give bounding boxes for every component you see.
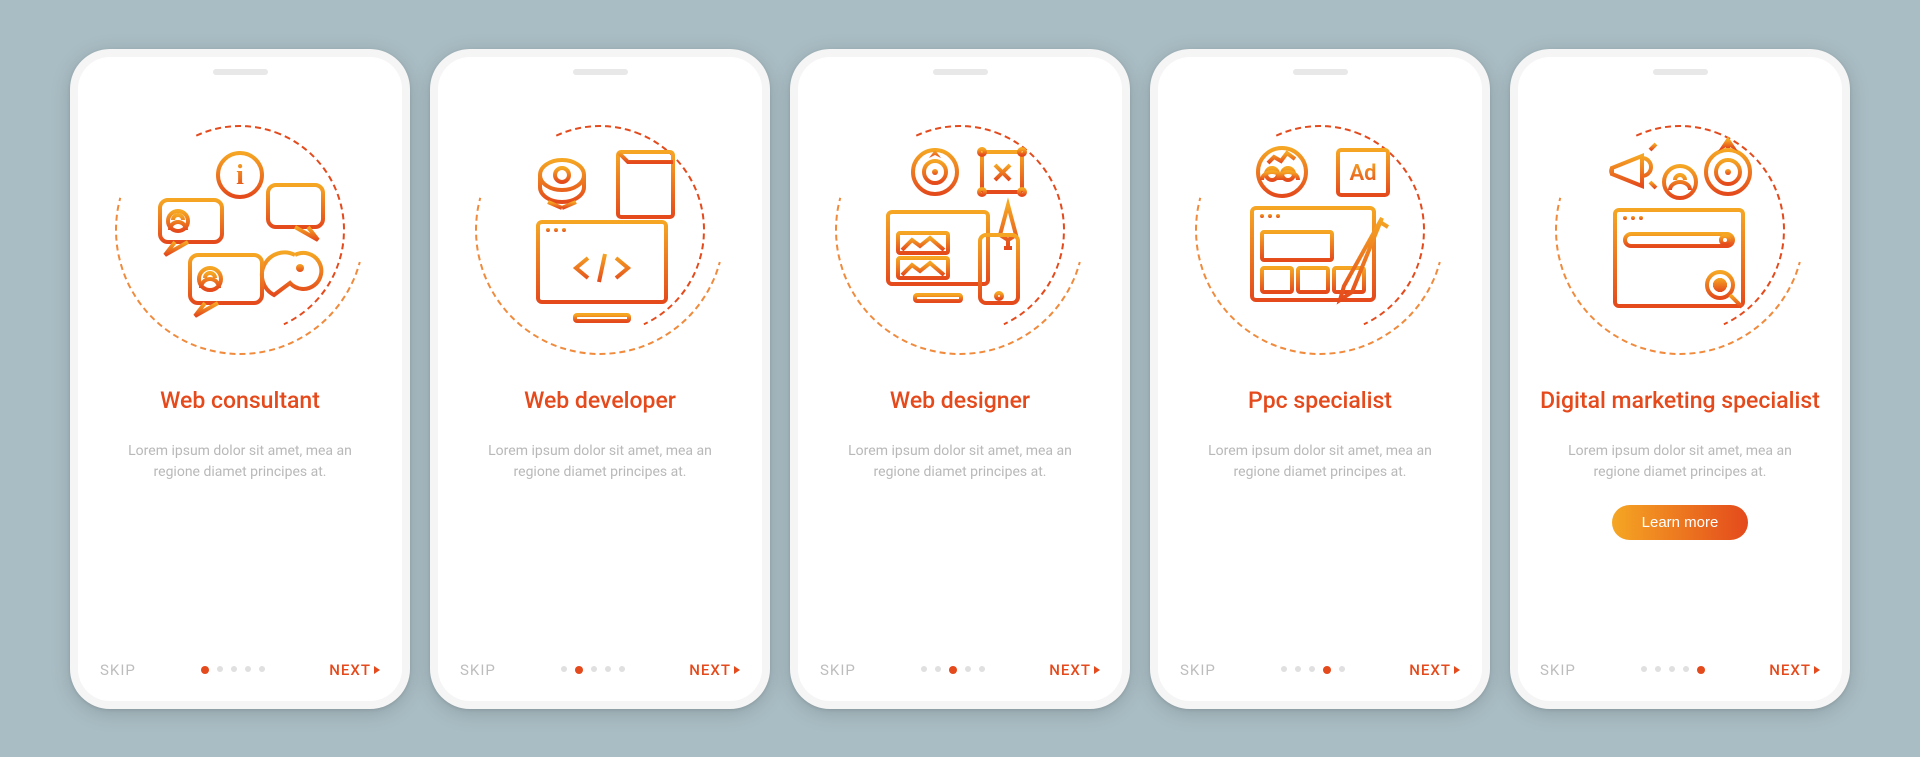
nav-row: SKIP NEXT xyxy=(1540,661,1820,679)
page-dot[interactable] xyxy=(1309,666,1315,672)
nav-row: SKIP NEXT xyxy=(820,661,1100,679)
arrow-right-icon xyxy=(1454,666,1460,674)
screen-description: Lorem ipsum dolor sit amet, mea an regio… xyxy=(1190,441,1450,483)
skip-button[interactable]: SKIP xyxy=(1540,661,1576,679)
page-dot[interactable] xyxy=(1295,666,1301,672)
phone-speaker xyxy=(1293,69,1348,75)
page-dots xyxy=(201,666,265,674)
page-dot[interactable] xyxy=(1683,666,1689,672)
page-dot[interactable] xyxy=(921,666,927,672)
page-dot[interactable] xyxy=(217,666,223,672)
arrow-right-icon xyxy=(374,666,380,674)
phone-mockup-3: Ad Ppc specialist Lorem ipsum dolor sit … xyxy=(1150,49,1490,709)
page-dot[interactable] xyxy=(259,666,265,672)
screen-title: Web designer xyxy=(890,373,1030,429)
next-button[interactable]: NEXT xyxy=(1769,661,1820,679)
page-dot[interactable] xyxy=(1655,666,1661,672)
phone-mockup-1: Web developer Lorem ipsum dolor sit amet… xyxy=(430,49,770,709)
screen-title: Web developer xyxy=(524,373,676,429)
svg-text:Ad: Ad xyxy=(1349,161,1376,186)
screen-title: Digital marketing specialist xyxy=(1540,373,1820,429)
page-dot[interactable] xyxy=(245,666,251,672)
page-dots xyxy=(561,666,625,674)
illustration-marketing xyxy=(1555,105,1805,355)
page-dot[interactable] xyxy=(619,666,625,672)
page-dots xyxy=(1641,666,1705,674)
screen-description: Lorem ipsum dolor sit amet, mea an regio… xyxy=(830,441,1090,483)
next-button[interactable]: NEXT xyxy=(1049,661,1100,679)
arrow-right-icon xyxy=(1094,666,1100,674)
page-dot[interactable] xyxy=(1339,666,1345,672)
learn-more-button[interactable]: Learn more xyxy=(1612,505,1749,540)
skip-button[interactable]: SKIP xyxy=(820,661,856,679)
next-button[interactable]: NEXT xyxy=(1409,661,1460,679)
page-dot[interactable] xyxy=(935,666,941,672)
illustration-designer xyxy=(835,105,1085,355)
nav-row: SKIP NEXT xyxy=(1180,661,1460,679)
screen-description: Lorem ipsum dolor sit amet, mea an regio… xyxy=(1550,441,1810,483)
skip-button[interactable]: SKIP xyxy=(460,661,496,679)
phone-speaker xyxy=(213,69,268,75)
page-dot[interactable] xyxy=(575,666,583,674)
screen: Web designer Lorem ipsum dolor sit amet,… xyxy=(798,57,1122,701)
screen-title: Ppc specialist xyxy=(1248,373,1392,429)
phone-speaker xyxy=(933,69,988,75)
page-dot[interactable] xyxy=(1697,666,1705,674)
page-dot[interactable] xyxy=(1641,666,1647,672)
page-dot[interactable] xyxy=(965,666,971,672)
nav-row: SKIP NEXT xyxy=(100,661,380,679)
screen: Digital marketing specialist Lorem ipsum… xyxy=(1518,57,1842,701)
phone-mockup-4: Digital marketing specialist Lorem ipsum… xyxy=(1510,49,1850,709)
page-dots xyxy=(1281,666,1345,674)
skip-button[interactable]: SKIP xyxy=(1180,661,1216,679)
illustration-consultant: i xyxy=(115,105,365,355)
page-dot[interactable] xyxy=(1281,666,1287,672)
arrow-right-icon xyxy=(734,666,740,674)
next-button[interactable]: NEXT xyxy=(689,661,740,679)
page-dot[interactable] xyxy=(561,666,567,672)
page-dot[interactable] xyxy=(1669,666,1675,672)
page-dot[interactable] xyxy=(231,666,237,672)
nav-row: SKIP NEXT xyxy=(460,661,740,679)
phone-mockup-2: Web designer Lorem ipsum dolor sit amet,… xyxy=(790,49,1130,709)
svg-text:i: i xyxy=(236,160,244,191)
phone-mockup-0: i Web consultant Lorem ipsum dolor sit a… xyxy=(70,49,410,709)
screen-description: Lorem ipsum dolor sit amet, mea an regio… xyxy=(470,441,730,483)
illustration-developer xyxy=(475,105,725,355)
page-dot[interactable] xyxy=(949,666,957,674)
page-dot[interactable] xyxy=(979,666,985,672)
screen: Ad Ppc specialist Lorem ipsum dolor sit … xyxy=(1158,57,1482,701)
page-dot[interactable] xyxy=(605,666,611,672)
next-button[interactable]: NEXT xyxy=(329,661,380,679)
skip-button[interactable]: SKIP xyxy=(100,661,136,679)
screen: Web developer Lorem ipsum dolor sit amet… xyxy=(438,57,762,701)
screen-title: Web consultant xyxy=(160,373,320,429)
phone-speaker xyxy=(1653,69,1708,75)
screen-description: Lorem ipsum dolor sit amet, mea an regio… xyxy=(110,441,370,483)
illustration-ppc: Ad xyxy=(1195,105,1445,355)
phone-speaker xyxy=(573,69,628,75)
page-dots xyxy=(921,666,985,674)
page-dot[interactable] xyxy=(201,666,209,674)
page-dot[interactable] xyxy=(1323,666,1331,674)
arrow-right-icon xyxy=(1814,666,1820,674)
page-dot[interactable] xyxy=(591,666,597,672)
screen: i Web consultant Lorem ipsum dolor sit a… xyxy=(78,57,402,701)
